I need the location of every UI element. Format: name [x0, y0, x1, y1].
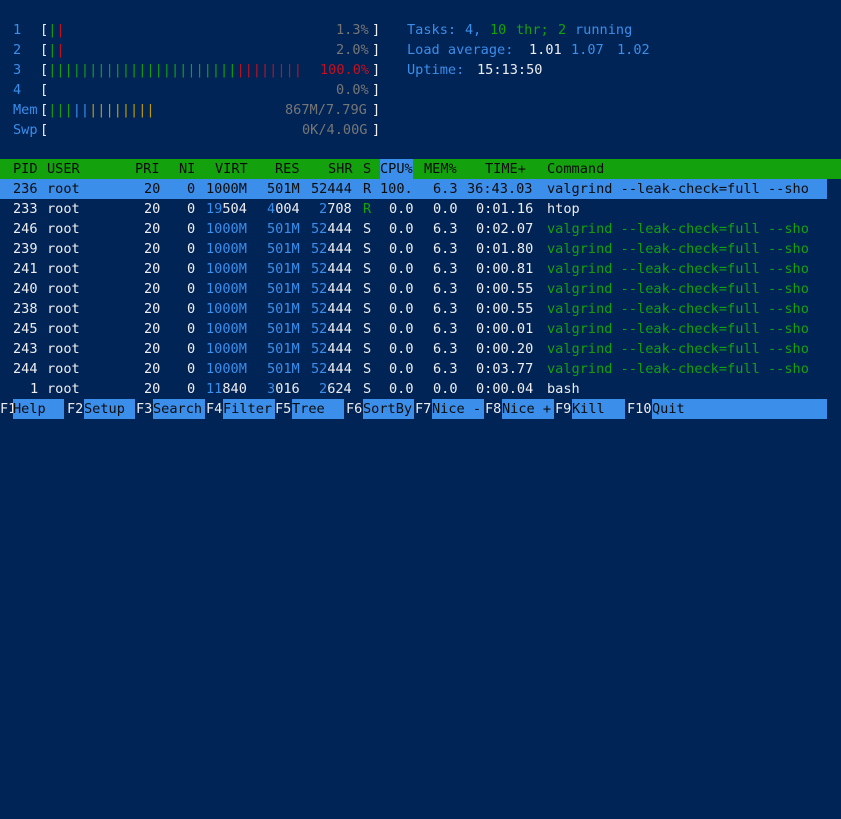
fkey-f6[interactable]: F6: [346, 399, 362, 419]
column-mem[interactable]: MEM%: [424, 159, 457, 179]
fkey-f8[interactable]: F8: [485, 399, 501, 419]
cpu-meter-4: 4 [ 0.0% ]: [13, 82, 381, 98]
cpu-meter-label: 1: [13, 22, 22, 38]
column-state[interactable]: S: [363, 159, 371, 179]
column-res[interactable]: RES: [275, 159, 300, 179]
cpu-meter-2: 2 [|| 2.0% ]: [13, 42, 381, 58]
mem-meter-label: Mem: [13, 102, 38, 118]
fkey-f3[interactable]: F3: [136, 399, 152, 419]
column-shr[interactable]: SHR: [328, 159, 353, 179]
fkey-f10[interactable]: F10: [627, 399, 652, 419]
fkey-f4[interactable]: F4: [206, 399, 222, 419]
mem-meter-value: 867M/7.79G: [285, 102, 367, 118]
mem-meter: Mem [||||||||||||| 867M/7.79G ]: [13, 102, 381, 118]
process-row[interactable]: 245 root 20 0 1000M 501M 52444 S 0.0 6.3…: [0, 319, 827, 339]
tasks-summary: Tasks: 4 , 10 thr; 2 running: [407, 22, 633, 38]
cpu-meter-label: 4: [13, 82, 22, 98]
cpu-meter-label: 2: [13, 42, 22, 58]
fkey-filter-label[interactable]: Filter: [223, 399, 275, 419]
swap-meter: Swp [ 0K/4.00G ]: [13, 122, 381, 138]
cpu-meter-value: 1.3%: [336, 22, 369, 38]
process-row-selected[interactable]: 236 root 20 0 1000M 501M 52444 R 100. 6.…: [0, 179, 827, 199]
process-row[interactable]: 246 root 20 0 1000M 501M 52444 S 0.0 6.3…: [0, 219, 827, 239]
fkey-f2[interactable]: F2: [67, 399, 83, 419]
load-average: Load average: 1.01 1.07 1.02: [407, 42, 650, 58]
process-table-header: PID USER PRI NI VIRT RES SHR S CPU% MEM%…: [0, 159, 841, 179]
cpu-meter-value: 2.0%: [336, 42, 369, 58]
process-row[interactable]: 244 root 20 0 1000M 501M 52444 S 0.0 6.3…: [0, 359, 827, 379]
fkey-f5[interactable]: F5: [275, 399, 291, 419]
fkey-search-label[interactable]: Search: [153, 399, 205, 419]
cpu-meter-value: 100.0%: [320, 62, 370, 78]
column-command[interactable]: Command: [547, 159, 604, 179]
fkey-tree-label[interactable]: Tree: [292, 399, 344, 419]
column-pri[interactable]: PRI: [135, 159, 160, 179]
column-user[interactable]: USER: [47, 159, 80, 179]
process-row[interactable]: 238 root 20 0 1000M 501M 52444 S 0.0 6.3…: [0, 299, 827, 319]
fkey-nice-minus-label[interactable]: Nice -: [432, 399, 484, 419]
column-pid[interactable]: PID: [13, 159, 38, 179]
column-ni[interactable]: NI: [179, 159, 195, 179]
fkey-setup-label[interactable]: Setup: [84, 399, 135, 419]
process-row[interactable]: 240 root 20 0 1000M 501M 52444 S 0.0 6.3…: [0, 279, 827, 299]
fkey-help-label[interactable]: Help: [13, 399, 64, 419]
process-row[interactable]: 241 root 20 0 1000M 501M 52444 S 0.0 6.3…: [0, 259, 827, 279]
fkey-kill-label[interactable]: Kill: [572, 399, 625, 419]
swap-meter-value: 0K/4.00G: [302, 122, 368, 138]
cpu-meter-label: 3: [13, 62, 22, 78]
fkey-f9[interactable]: F9: [555, 399, 571, 419]
cpu-meter-3: 3 [||||||||||||||||||||||||||||||| 100.0…: [13, 62, 381, 78]
uptime: Uptime: 15:13:50: [407, 62, 543, 78]
column-cpu[interactable]: CPU%: [380, 159, 413, 179]
swap-meter-label: Swp: [13, 122, 38, 138]
process-row[interactable]: 1 root 20 0 11840 3016 2624 S 0.0 0.0 0:…: [0, 379, 827, 399]
cpu-meter-value: 0.0%: [336, 82, 369, 98]
fkey-quit-label[interactable]: Quit: [652, 399, 827, 419]
function-key-bar: F1 Help F2 Setup F3 Search F4 Filter F5 …: [0, 399, 827, 419]
process-row[interactable]: 233 root 20 0 19504 4004 2708 R 0.0 0.0 …: [0, 199, 827, 219]
process-row[interactable]: 239 root 20 0 1000M 501M 52444 S 0.0 6.3…: [0, 239, 827, 259]
column-time[interactable]: TIME+: [485, 159, 526, 179]
fkey-f7[interactable]: F7: [415, 399, 431, 419]
fkey-nice-plus-label[interactable]: Nice +: [502, 399, 554, 419]
column-virt[interactable]: VIRT: [215, 159, 248, 179]
cpu-meter-1: 1 [|| 1.3% ]: [13, 22, 381, 38]
process-row[interactable]: 243 root 20 0 1000M 501M 52444 S 0.0 6.3…: [0, 339, 827, 359]
fkey-sortby-label[interactable]: SortBy: [363, 399, 414, 419]
